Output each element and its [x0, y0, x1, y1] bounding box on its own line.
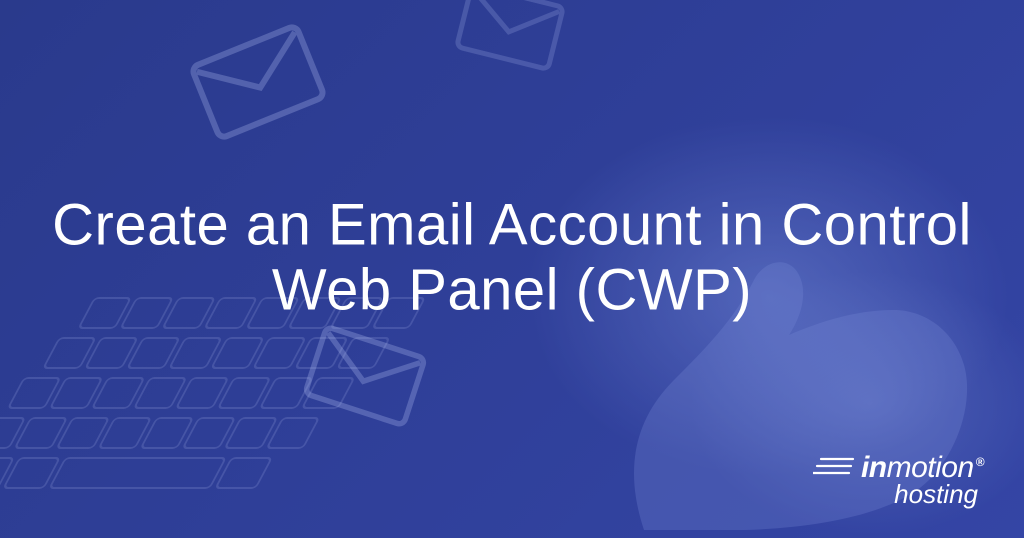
hero-title: Create an Email Account in Control Web P… — [0, 194, 1024, 324]
registered-mark: ® — [976, 455, 984, 469]
envelope-icon — [453, 0, 568, 75]
envelope-icon — [300, 321, 429, 431]
keyboard-silhouette — [0, 288, 500, 538]
logo-prefix: in — [861, 451, 887, 484]
brand-logo: inmotion® hosting — [813, 451, 984, 510]
logo-subtitle: hosting — [894, 479, 978, 510]
envelope-icon — [186, 19, 330, 146]
hero-banner: Create an Email Account in Control Web P… — [0, 0, 1024, 538]
speed-lines-icon — [813, 456, 855, 481]
